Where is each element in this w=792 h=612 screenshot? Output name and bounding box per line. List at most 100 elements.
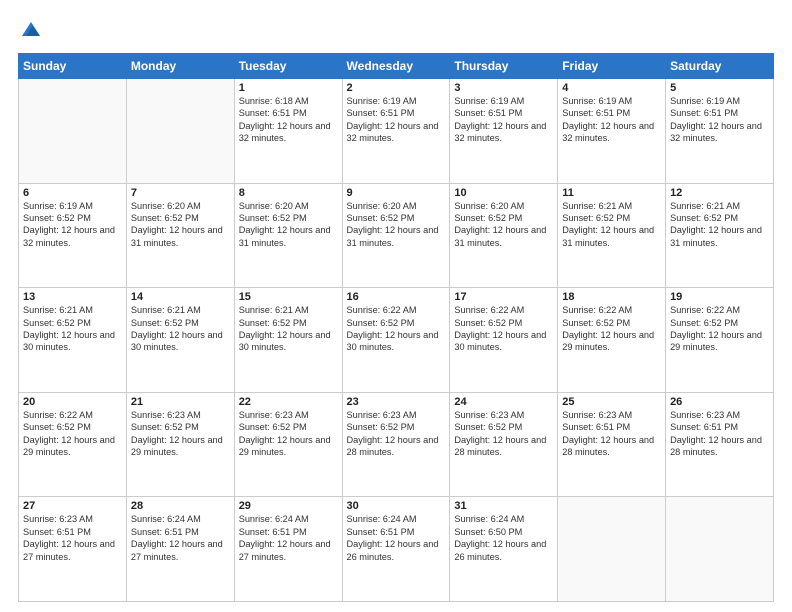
- day-info: Sunrise: 6:23 AM Sunset: 6:52 PM Dayligh…: [347, 409, 446, 459]
- day-number: 26: [670, 396, 769, 408]
- day-number: 15: [239, 291, 338, 303]
- day-info: Sunrise: 6:20 AM Sunset: 6:52 PM Dayligh…: [239, 200, 338, 250]
- day-number: 28: [131, 500, 230, 512]
- calendar-cell: [126, 79, 234, 184]
- day-number: 11: [562, 187, 661, 199]
- calendar-cell: 31Sunrise: 6:24 AM Sunset: 6:50 PM Dayli…: [450, 497, 558, 602]
- day-number: 9: [347, 187, 446, 199]
- calendar-cell: 3Sunrise: 6:19 AM Sunset: 6:51 PM Daylig…: [450, 79, 558, 184]
- day-info: Sunrise: 6:20 AM Sunset: 6:52 PM Dayligh…: [347, 200, 446, 250]
- day-info: Sunrise: 6:24 AM Sunset: 6:51 PM Dayligh…: [239, 513, 338, 563]
- day-info: Sunrise: 6:19 AM Sunset: 6:51 PM Dayligh…: [562, 95, 661, 145]
- calendar-cell: 25Sunrise: 6:23 AM Sunset: 6:51 PM Dayli…: [558, 392, 666, 497]
- day-info: Sunrise: 6:24 AM Sunset: 6:51 PM Dayligh…: [347, 513, 446, 563]
- calendar-cell: 19Sunrise: 6:22 AM Sunset: 6:52 PM Dayli…: [666, 288, 774, 393]
- logo-icon: [20, 18, 42, 40]
- calendar-cell: 12Sunrise: 6:21 AM Sunset: 6:52 PM Dayli…: [666, 183, 774, 288]
- day-number: 8: [239, 187, 338, 199]
- header: [18, 18, 774, 45]
- day-info: Sunrise: 6:23 AM Sunset: 6:51 PM Dayligh…: [23, 513, 122, 563]
- day-number: 25: [562, 396, 661, 408]
- calendar-cell: [666, 497, 774, 602]
- day-info: Sunrise: 6:21 AM Sunset: 6:52 PM Dayligh…: [670, 200, 769, 250]
- calendar-cell: 23Sunrise: 6:23 AM Sunset: 6:52 PM Dayli…: [342, 392, 450, 497]
- day-info: Sunrise: 6:23 AM Sunset: 6:52 PM Dayligh…: [454, 409, 553, 459]
- calendar-header-sunday: Sunday: [19, 54, 127, 79]
- calendar-cell: 28Sunrise: 6:24 AM Sunset: 6:51 PM Dayli…: [126, 497, 234, 602]
- day-number: 19: [670, 291, 769, 303]
- calendar-cell: 13Sunrise: 6:21 AM Sunset: 6:52 PM Dayli…: [19, 288, 127, 393]
- day-info: Sunrise: 6:21 AM Sunset: 6:52 PM Dayligh…: [239, 304, 338, 354]
- calendar-cell: 14Sunrise: 6:21 AM Sunset: 6:52 PM Dayli…: [126, 288, 234, 393]
- day-info: Sunrise: 6:22 AM Sunset: 6:52 PM Dayligh…: [670, 304, 769, 354]
- calendar-cell: 1Sunrise: 6:18 AM Sunset: 6:51 PM Daylig…: [234, 79, 342, 184]
- calendar-cell: 15Sunrise: 6:21 AM Sunset: 6:52 PM Dayli…: [234, 288, 342, 393]
- day-number: 27: [23, 500, 122, 512]
- calendar-header-saturday: Saturday: [666, 54, 774, 79]
- calendar-cell: 27Sunrise: 6:23 AM Sunset: 6:51 PM Dayli…: [19, 497, 127, 602]
- calendar-cell: 7Sunrise: 6:20 AM Sunset: 6:52 PM Daylig…: [126, 183, 234, 288]
- day-info: Sunrise: 6:23 AM Sunset: 6:52 PM Dayligh…: [131, 409, 230, 459]
- day-number: 3: [454, 82, 553, 94]
- calendar-cell: 10Sunrise: 6:20 AM Sunset: 6:52 PM Dayli…: [450, 183, 558, 288]
- day-number: 30: [347, 500, 446, 512]
- day-number: 18: [562, 291, 661, 303]
- calendar-cell: 26Sunrise: 6:23 AM Sunset: 6:51 PM Dayli…: [666, 392, 774, 497]
- day-info: Sunrise: 6:20 AM Sunset: 6:52 PM Dayligh…: [454, 200, 553, 250]
- day-number: 7: [131, 187, 230, 199]
- calendar-week-5: 27Sunrise: 6:23 AM Sunset: 6:51 PM Dayli…: [19, 497, 774, 602]
- calendar-header-wednesday: Wednesday: [342, 54, 450, 79]
- day-number: 31: [454, 500, 553, 512]
- day-number: 17: [454, 291, 553, 303]
- day-number: 20: [23, 396, 122, 408]
- calendar-cell: 4Sunrise: 6:19 AM Sunset: 6:51 PM Daylig…: [558, 79, 666, 184]
- calendar-cell: 29Sunrise: 6:24 AM Sunset: 6:51 PM Dayli…: [234, 497, 342, 602]
- calendar-cell: 11Sunrise: 6:21 AM Sunset: 6:52 PM Dayli…: [558, 183, 666, 288]
- day-info: Sunrise: 6:23 AM Sunset: 6:51 PM Dayligh…: [562, 409, 661, 459]
- day-number: 4: [562, 82, 661, 94]
- calendar-cell: 2Sunrise: 6:19 AM Sunset: 6:51 PM Daylig…: [342, 79, 450, 184]
- calendar-cell: [19, 79, 127, 184]
- calendar-header-row: SundayMondayTuesdayWednesdayThursdayFrid…: [19, 54, 774, 79]
- day-info: Sunrise: 6:22 AM Sunset: 6:52 PM Dayligh…: [454, 304, 553, 354]
- day-number: 23: [347, 396, 446, 408]
- calendar-header-monday: Monday: [126, 54, 234, 79]
- day-number: 2: [347, 82, 446, 94]
- day-number: 29: [239, 500, 338, 512]
- day-number: 12: [670, 187, 769, 199]
- day-info: Sunrise: 6:22 AM Sunset: 6:52 PM Dayligh…: [23, 409, 122, 459]
- day-number: 13: [23, 291, 122, 303]
- day-info: Sunrise: 6:23 AM Sunset: 6:51 PM Dayligh…: [670, 409, 769, 459]
- day-number: 24: [454, 396, 553, 408]
- day-info: Sunrise: 6:20 AM Sunset: 6:52 PM Dayligh…: [131, 200, 230, 250]
- day-number: 1: [239, 82, 338, 94]
- day-info: Sunrise: 6:24 AM Sunset: 6:51 PM Dayligh…: [131, 513, 230, 563]
- calendar-cell: 22Sunrise: 6:23 AM Sunset: 6:52 PM Dayli…: [234, 392, 342, 497]
- day-info: Sunrise: 6:19 AM Sunset: 6:51 PM Dayligh…: [347, 95, 446, 145]
- calendar-cell: [558, 497, 666, 602]
- calendar-week-2: 6Sunrise: 6:19 AM Sunset: 6:52 PM Daylig…: [19, 183, 774, 288]
- day-number: 16: [347, 291, 446, 303]
- day-number: 22: [239, 396, 338, 408]
- day-info: Sunrise: 6:19 AM Sunset: 6:52 PM Dayligh…: [23, 200, 122, 250]
- calendar-cell: 6Sunrise: 6:19 AM Sunset: 6:52 PM Daylig…: [19, 183, 127, 288]
- calendar-header-tuesday: Tuesday: [234, 54, 342, 79]
- calendar-week-4: 20Sunrise: 6:22 AM Sunset: 6:52 PM Dayli…: [19, 392, 774, 497]
- day-number: 21: [131, 396, 230, 408]
- calendar-cell: 20Sunrise: 6:22 AM Sunset: 6:52 PM Dayli…: [19, 392, 127, 497]
- day-info: Sunrise: 6:24 AM Sunset: 6:50 PM Dayligh…: [454, 513, 553, 563]
- day-info: Sunrise: 6:19 AM Sunset: 6:51 PM Dayligh…: [454, 95, 553, 145]
- calendar-header-thursday: Thursday: [450, 54, 558, 79]
- calendar-header-friday: Friday: [558, 54, 666, 79]
- calendar-cell: 16Sunrise: 6:22 AM Sunset: 6:52 PM Dayli…: [342, 288, 450, 393]
- day-info: Sunrise: 6:19 AM Sunset: 6:51 PM Dayligh…: [670, 95, 769, 145]
- day-info: Sunrise: 6:21 AM Sunset: 6:52 PM Dayligh…: [23, 304, 122, 354]
- day-number: 10: [454, 187, 553, 199]
- day-info: Sunrise: 6:22 AM Sunset: 6:52 PM Dayligh…: [347, 304, 446, 354]
- calendar-week-1: 1Sunrise: 6:18 AM Sunset: 6:51 PM Daylig…: [19, 79, 774, 184]
- calendar-cell: 30Sunrise: 6:24 AM Sunset: 6:51 PM Dayli…: [342, 497, 450, 602]
- logo: [18, 18, 42, 45]
- day-number: 6: [23, 187, 122, 199]
- day-info: Sunrise: 6:21 AM Sunset: 6:52 PM Dayligh…: [131, 304, 230, 354]
- calendar-cell: 17Sunrise: 6:22 AM Sunset: 6:52 PM Dayli…: [450, 288, 558, 393]
